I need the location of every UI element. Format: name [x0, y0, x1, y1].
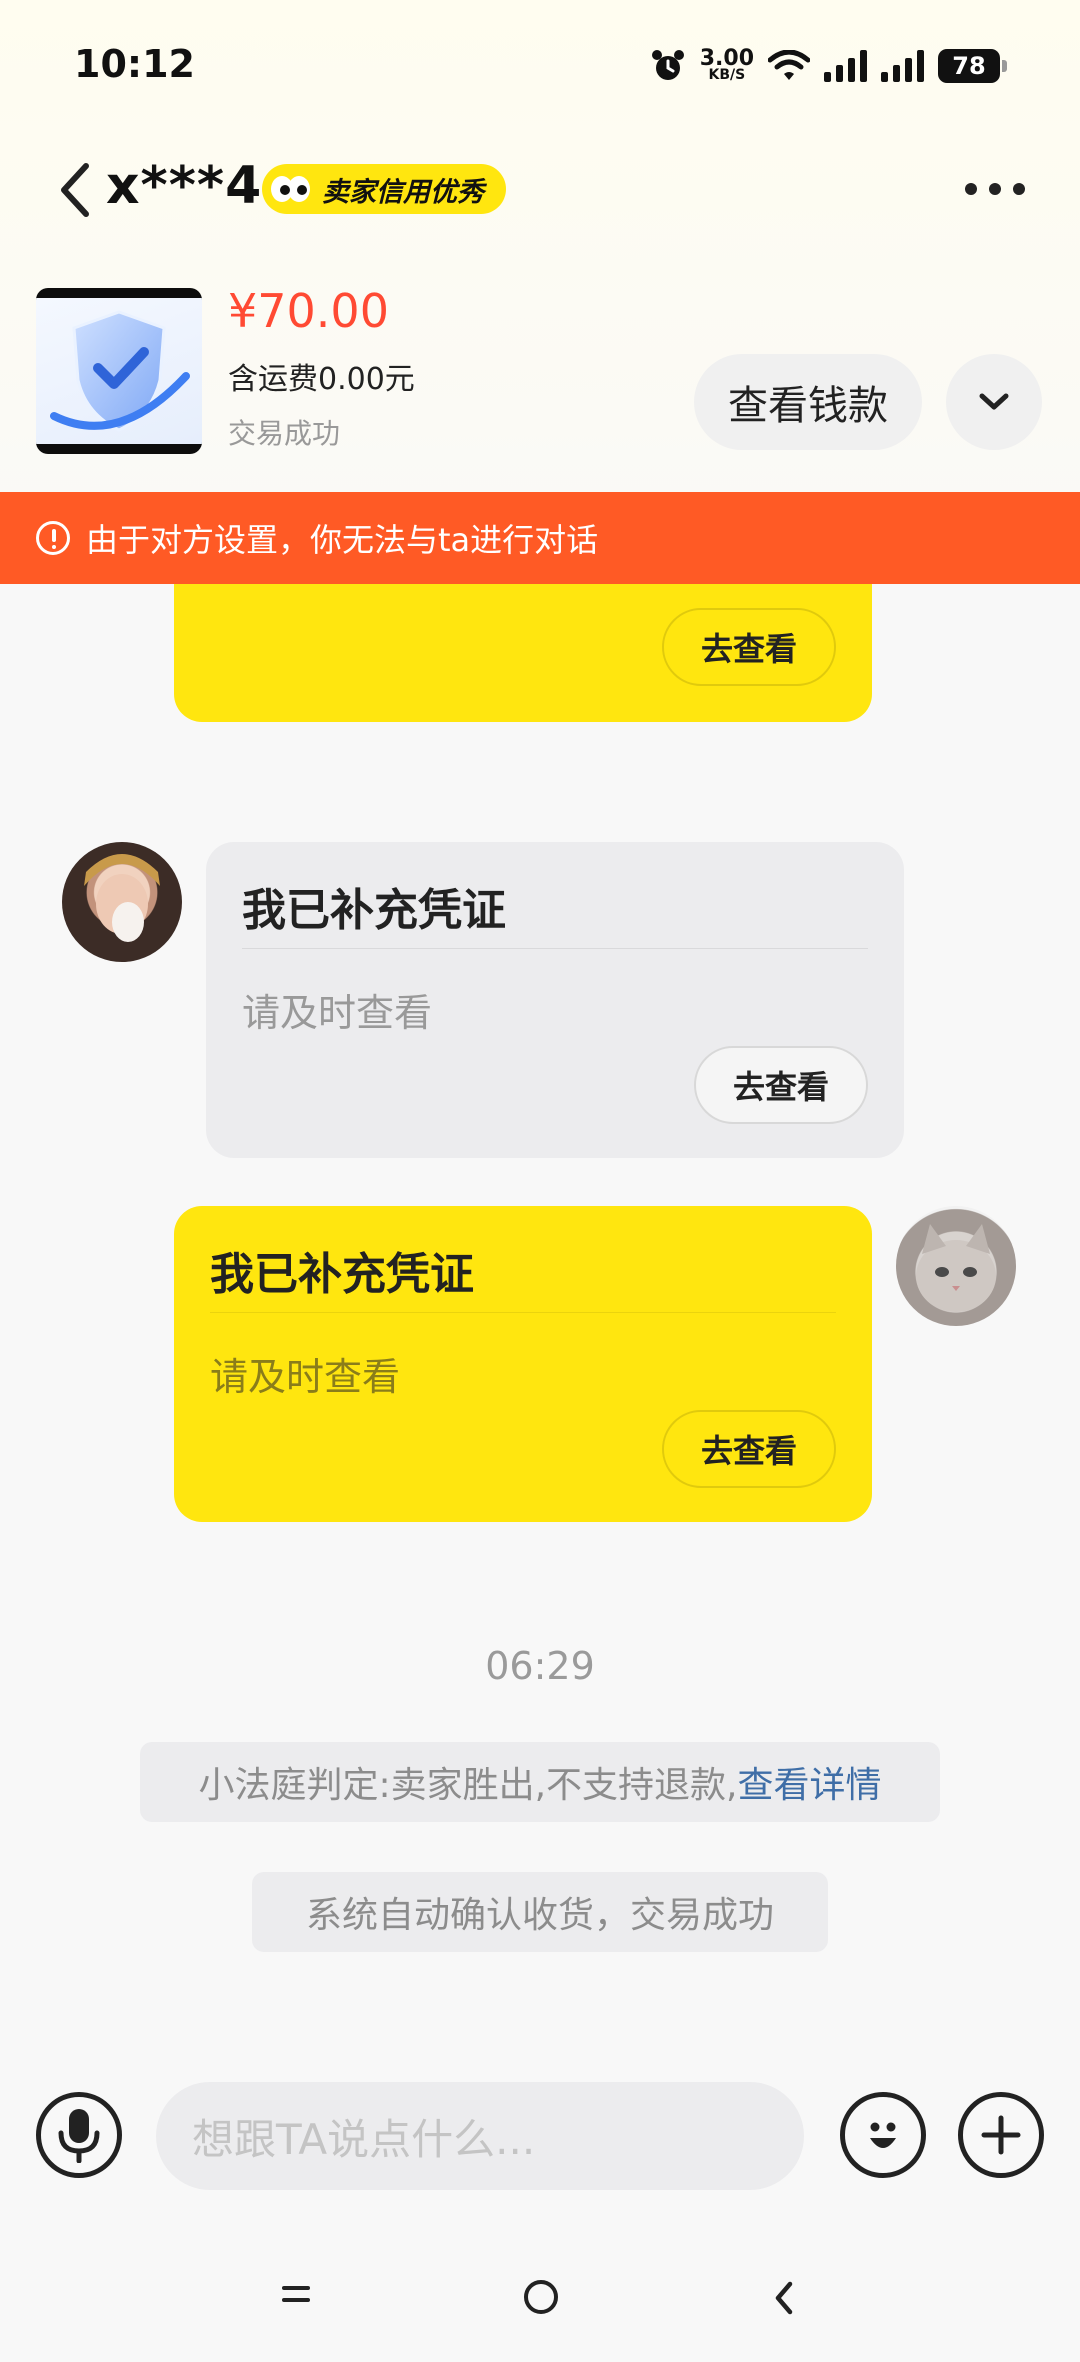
message-title: 我已补充凭证 — [210, 1249, 474, 1300]
chat-page: 10:12 3.00 KB/S 78 x***4 卖家信用优秀 ¥70.00 含… — [0, 0, 1080, 2362]
signal-icon-1 — [824, 50, 867, 82]
divider — [242, 948, 868, 949]
message-title: 我已补充凭证 — [242, 885, 506, 936]
status-bar: 10:12 3.00 KB/S 78 — [0, 0, 1080, 130]
view-button[interactable]: 去查看 — [694, 1046, 868, 1124]
contact-name[interactable]: x***4 — [106, 156, 262, 216]
my-avatar[interactable] — [896, 1206, 1016, 1326]
product-thumbnail[interactable] — [36, 288, 202, 454]
menu-nav-icon[interactable] — [282, 2286, 310, 2306]
check-money-button[interactable]: 查看钱款 — [694, 354, 922, 450]
alert-icon — [36, 521, 70, 555]
battery-icon: 78 — [938, 49, 1007, 83]
shipping-fee: 含运费0.00元 — [228, 362, 415, 397]
more-icon[interactable] — [962, 174, 1028, 204]
mascot-eyes-icon — [271, 176, 310, 202]
system-message-text: 系统自动确认收货，交易成功 — [305, 1895, 774, 1936]
avatar-cat — [916, 1224, 996, 1312]
view-details-link[interactable]: 查看详情 — [738, 1756, 882, 1808]
chevron-down-icon — [979, 393, 1009, 410]
back-icon[interactable] — [52, 158, 96, 222]
wifi-icon — [768, 50, 810, 80]
contact-avatar[interactable] — [62, 842, 182, 962]
system-message-text: 小法庭判定:卖家胜出,不支持退款, — [198, 1765, 738, 1806]
message-subtitle: 请及时查看 — [242, 991, 433, 1035]
voice-button[interactable] — [36, 2092, 122, 2178]
message-bubble: 去查看 — [174, 584, 872, 722]
chat-header: x***4 卖家信用优秀 — [0, 130, 1080, 250]
plus-button[interactable] — [958, 2092, 1044, 2178]
product-card[interactable]: ¥70.00 含运费0.00元 交易成功 查看钱款 — [0, 270, 1080, 490]
product-price: ¥70.00 — [228, 284, 389, 338]
signal-icon-2 — [881, 50, 924, 82]
message-bubble: 我已补充凭证 请及时查看 去查看 — [174, 1206, 872, 1522]
home-nav-icon[interactable] — [524, 2280, 558, 2314]
warning-text: 由于对方设置，你无法与ta进行对话 — [86, 521, 599, 559]
plus-icon — [981, 2115, 1021, 2155]
view-button[interactable]: 去查看 — [662, 1410, 836, 1488]
status-time: 10:12 — [74, 42, 195, 86]
emoji-icon — [870, 2122, 896, 2148]
expand-button[interactable] — [946, 354, 1042, 450]
net-speed: 3.00 KB/S — [700, 48, 754, 83]
seller-credit-badge[interactable]: 卖家信用优秀 — [262, 164, 506, 214]
badge-label: 卖家信用优秀 — [322, 176, 484, 208]
message-timestamp: 06:29 — [485, 1644, 595, 1688]
message-input[interactable]: 想跟TA说点什么... — [156, 2082, 804, 2190]
message-subtitle: 请及时查看 — [210, 1355, 401, 1399]
divider — [210, 1312, 836, 1313]
system-message: 小法庭判定:卖家胜出,不支持退款, 查看详情 — [140, 1742, 940, 1822]
input-bar: 想跟TA说点什么... — [0, 2060, 1080, 2210]
alarm-icon — [651, 50, 684, 80]
view-button[interactable]: 去查看 — [662, 608, 836, 686]
warning-banner: 由于对方设置，你无法与ta进行对话 — [0, 492, 1080, 584]
microphone-icon — [58, 2109, 100, 2163]
trade-status: 交易成功 — [228, 417, 341, 450]
emoji-button[interactable] — [840, 2092, 926, 2178]
avatar-face — [84, 854, 160, 942]
status-icons: 3.00 KB/S 78 — [650, 44, 1007, 88]
back-nav-icon[interactable] — [770, 2278, 798, 2318]
system-message: 系统自动确认收货，交易成功 — [252, 1872, 828, 1952]
shield-icon — [50, 310, 190, 432]
message-bubble: 我已补充凭证 请及时查看 去查看 — [206, 842, 904, 1158]
system-nav-bar — [0, 2230, 1080, 2362]
